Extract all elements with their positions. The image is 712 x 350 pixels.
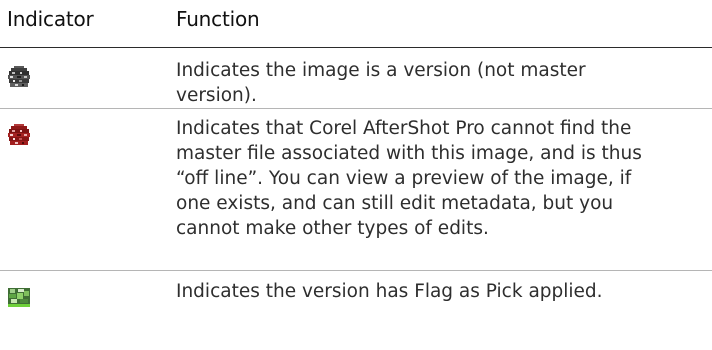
version-icon: [8, 66, 30, 88]
table-row: Indicates that Corel AfterShot Pro canno…: [0, 109, 712, 271]
indicator-table: Indicator Function Indicates the image i…: [0, 0, 712, 350]
table-header: Indicator Function: [0, 0, 712, 48]
row-description: Indicates the image is a version (not ma…: [176, 58, 686, 108]
flag-pick-icon: [8, 285, 30, 307]
indicator-column-header: Indicator: [7, 7, 94, 31]
offline-icon: [8, 124, 30, 146]
table-row: Indicates the version has Flag as Pick a…: [0, 271, 712, 350]
description-line: one exists, and can still edit metadata,…: [176, 193, 614, 214]
description-line: Indicates the image is a version (not ma…: [176, 60, 586, 81]
row-description: Indicates the version has Flag as Pick a…: [176, 279, 686, 304]
description-line: master file associated with this image, …: [176, 143, 642, 164]
description-line: Indicates that Corel AfterShot Pro canno…: [176, 118, 632, 139]
description-line: version).: [176, 85, 257, 106]
row-description: Indicates that Corel AfterShot Pro canno…: [176, 116, 686, 241]
function-column-header: Function: [176, 7, 260, 31]
table-row: Indicates the image is a version (not ma…: [0, 48, 712, 109]
description-line: Indicates the version has Flag as Pick a…: [176, 281, 603, 302]
description-line: cannot make other types of edits.: [176, 218, 489, 239]
description-line: “off line”. You can view a preview of th…: [176, 168, 632, 189]
